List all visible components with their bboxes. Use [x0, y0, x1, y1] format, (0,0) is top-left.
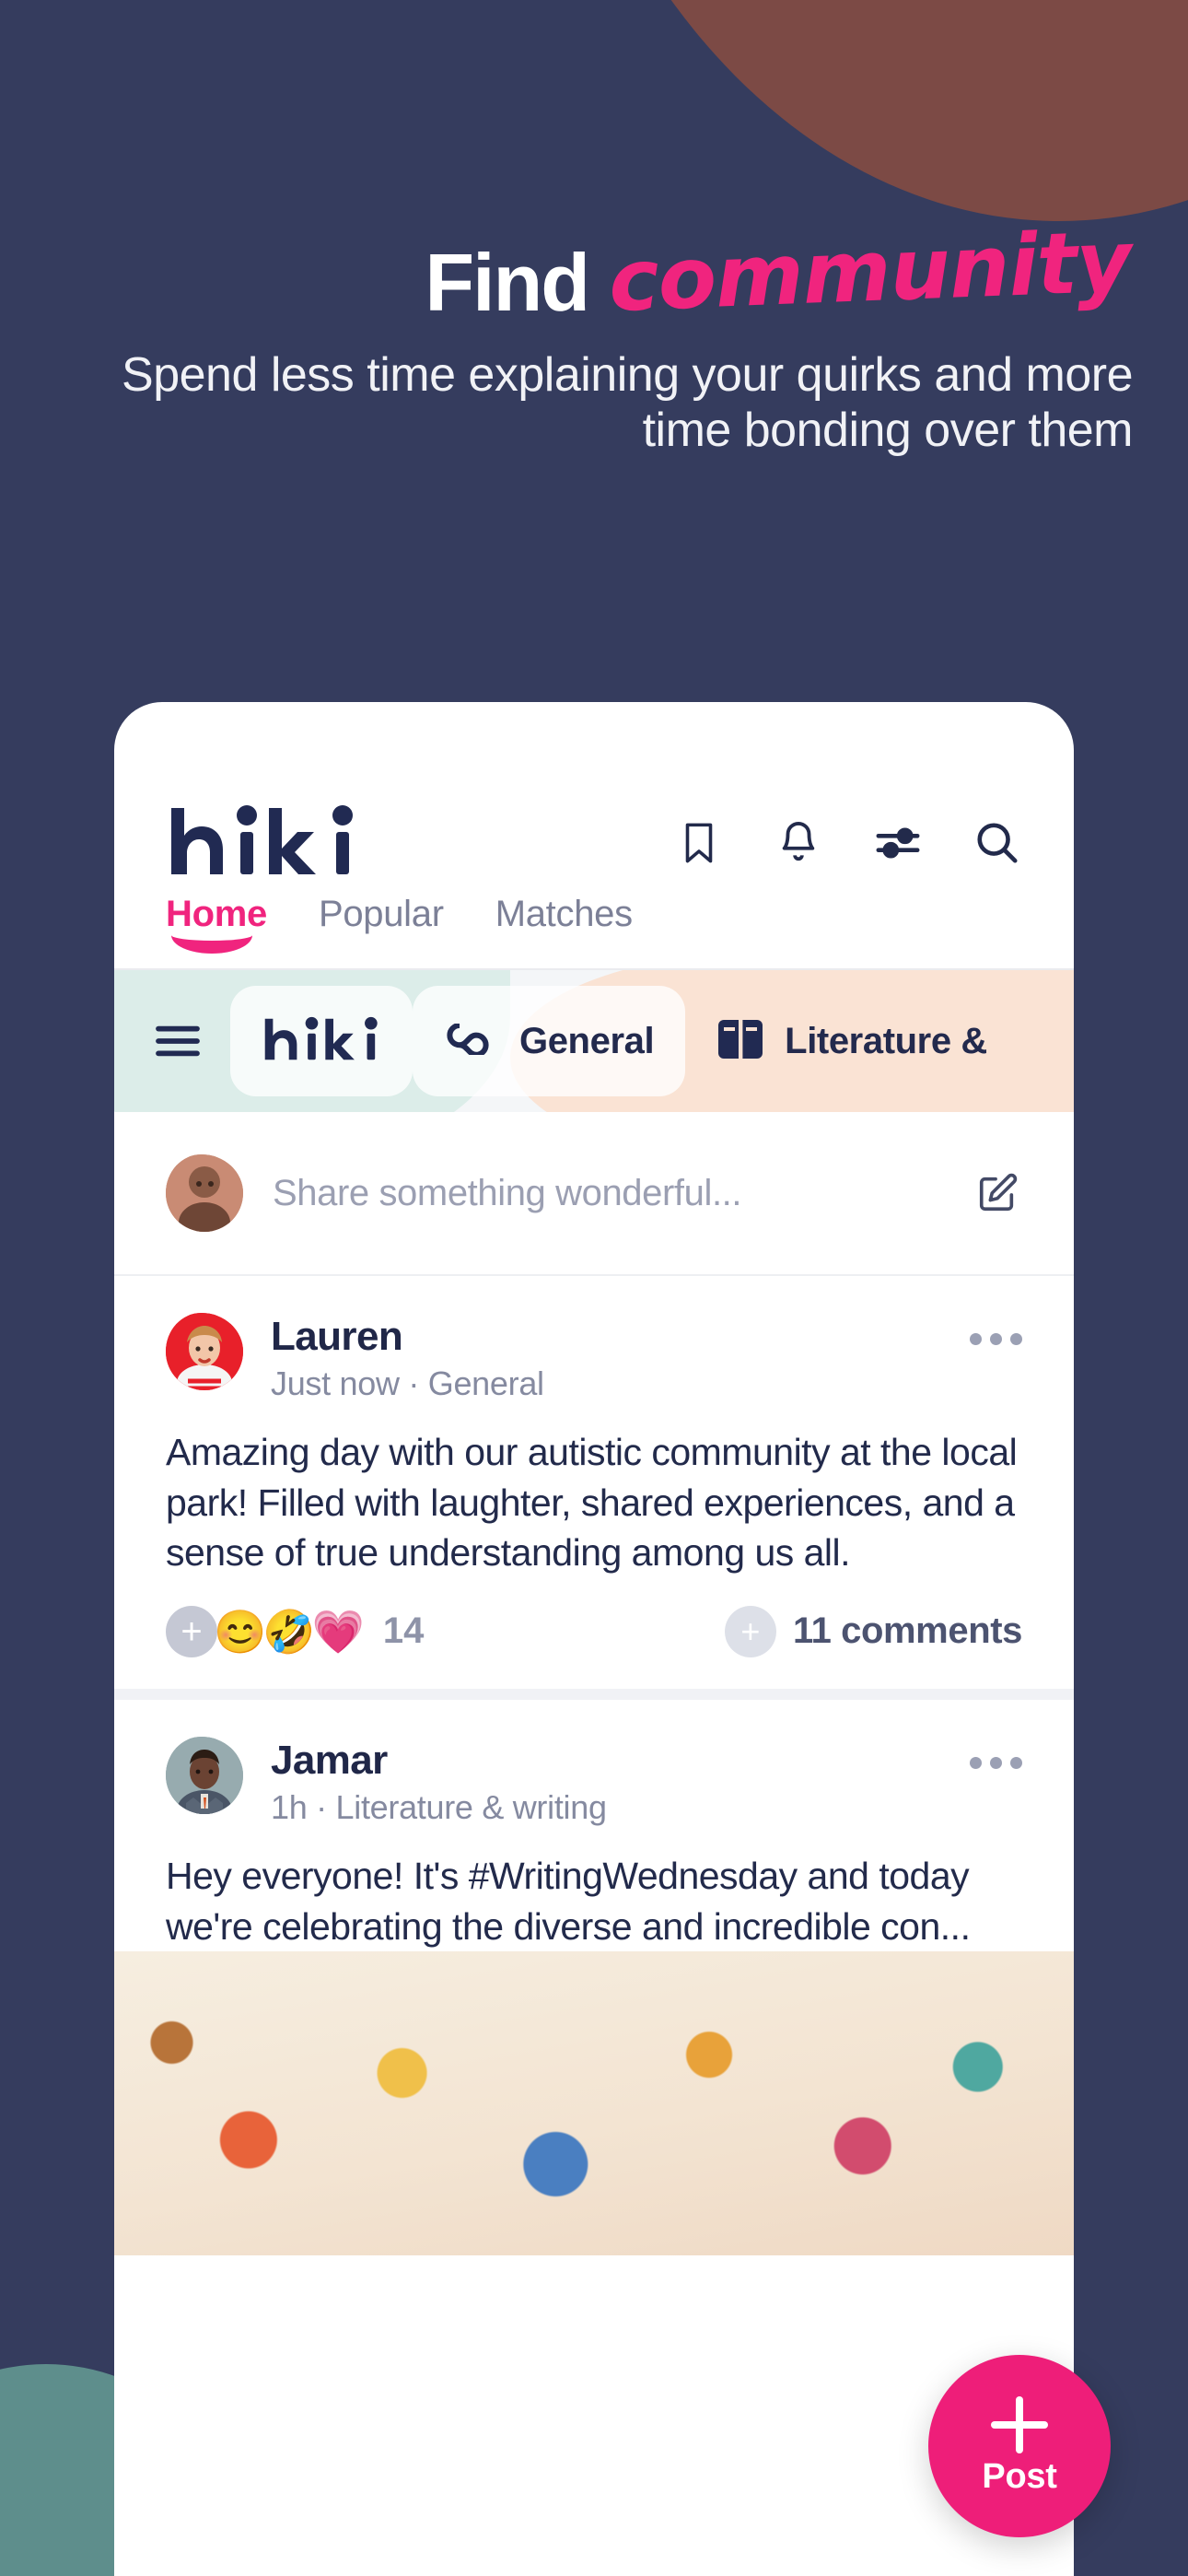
- app-header-actions: [674, 818, 1022, 868]
- chip-hiki[interactable]: [230, 986, 413, 1096]
- decorative-brown-blob: [516, 0, 1188, 221]
- reaction-emoji[interactable]: 😊: [214, 1610, 266, 1653]
- tab-matches[interactable]: Matches: [495, 894, 633, 952]
- post-author-block: Lauren Just now · General: [271, 1313, 942, 1403]
- hero-section: Find community Spend less time explainin…: [0, 212, 1188, 459]
- hamburger-menu-icon[interactable]: [114, 986, 230, 1096]
- chip-literature-label: Literature &: [785, 1020, 987, 1061]
- comment-icon: +: [724, 1605, 776, 1657]
- avatar[interactable]: [166, 1736, 243, 1814]
- post-body-text: Amazing day with our autistic community …: [166, 1431, 1018, 1575]
- post-author-name: Lauren: [271, 1314, 403, 1359]
- hero-subtitle: Spend less time explaining your quirks a…: [122, 347, 1133, 458]
- post-action-bar: + 😊 🤣 💗 14 + 11 comments: [166, 1605, 1022, 1657]
- category-chip-strip: General Literature &: [114, 970, 1074, 1112]
- post-author-block: Jamar 1h · Literature & writing: [271, 1737, 942, 1827]
- hiki-logo-icon: [262, 1016, 381, 1067]
- post-header: Jamar 1h · Literature & writing: [166, 1736, 1022, 1827]
- post-composer[interactable]: Share something wonderful...: [114, 1112, 1074, 1276]
- bell-icon[interactable]: [774, 818, 823, 868]
- post-more-options-icon[interactable]: [970, 1737, 1022, 1769]
- post-card[interactable]: Jamar 1h · Literature & writing Hey ever…: [114, 1699, 1074, 1952]
- promo-screen: Find community Spend less time explainin…: [0, 0, 1188, 2576]
- avatar: [166, 1154, 243, 1232]
- chip-literature[interactable]: Literature &: [685, 986, 1019, 1096]
- bookmark-icon[interactable]: [674, 818, 724, 868]
- reaction-group[interactable]: + 😊 🤣 💗 14: [166, 1605, 425, 1657]
- app-header: [114, 702, 1074, 886]
- tab-popular[interactable]: Popular: [319, 894, 444, 952]
- post-card[interactable]: Lauren Just now · General Amazing day wi…: [114, 1276, 1074, 1700]
- infinity-icon: [444, 1022, 499, 1060]
- post-header: Lauren Just now · General: [166, 1313, 1022, 1403]
- add-reaction-button[interactable]: +: [166, 1605, 217, 1657]
- post-attached-image[interactable]: [114, 1951, 1074, 2256]
- comment-count-label: 11 comments: [792, 1610, 1022, 1652]
- reaction-emoji[interactable]: 🤣: [262, 1610, 315, 1653]
- post-meta: 1h · Literature & writing: [271, 1788, 607, 1827]
- post-author-name: Jamar: [271, 1737, 388, 1783]
- filter-icon[interactable]: [873, 818, 923, 868]
- hero-headline: Find community: [55, 212, 1133, 331]
- tab-bar: Home Popular Matches: [114, 886, 1074, 970]
- post-more-options-icon[interactable]: [970, 1313, 1022, 1345]
- headline-plain-word: Find: [425, 237, 590, 328]
- book-icon: [716, 1018, 764, 1065]
- post-fab-button[interactable]: Post: [928, 2355, 1111, 2537]
- plus-icon: [991, 2395, 1048, 2453]
- tab-active-indicator: [171, 935, 252, 954]
- search-icon[interactable]: [973, 818, 1022, 868]
- post-fab-label: Post: [982, 2456, 1057, 2496]
- chip-general[interactable]: General: [413, 986, 686, 1096]
- pencil-edit-icon[interactable]: [973, 1168, 1022, 1218]
- composer-input[interactable]: Share something wonderful...: [273, 1173, 943, 1214]
- tab-home-label: Home: [166, 894, 267, 934]
- reaction-emoji[interactable]: 💗: [312, 1610, 365, 1653]
- tab-home[interactable]: Home: [166, 894, 267, 954]
- post-meta: Just now · General: [271, 1364, 544, 1403]
- post-body-text: Hey everyone! It's #WritingWednesday and…: [166, 1855, 971, 1948]
- hiki-logo[interactable]: [166, 804, 359, 883]
- avatar[interactable]: [166, 1313, 243, 1390]
- chip-general-label: General: [519, 1020, 655, 1061]
- comments-button[interactable]: + 11 comments: [724, 1605, 1022, 1657]
- phone-mockup: Home Popular Matches General Literature …: [114, 702, 1074, 2576]
- reaction-count: 14: [382, 1610, 425, 1652]
- headline-script-word: community: [607, 212, 1133, 331]
